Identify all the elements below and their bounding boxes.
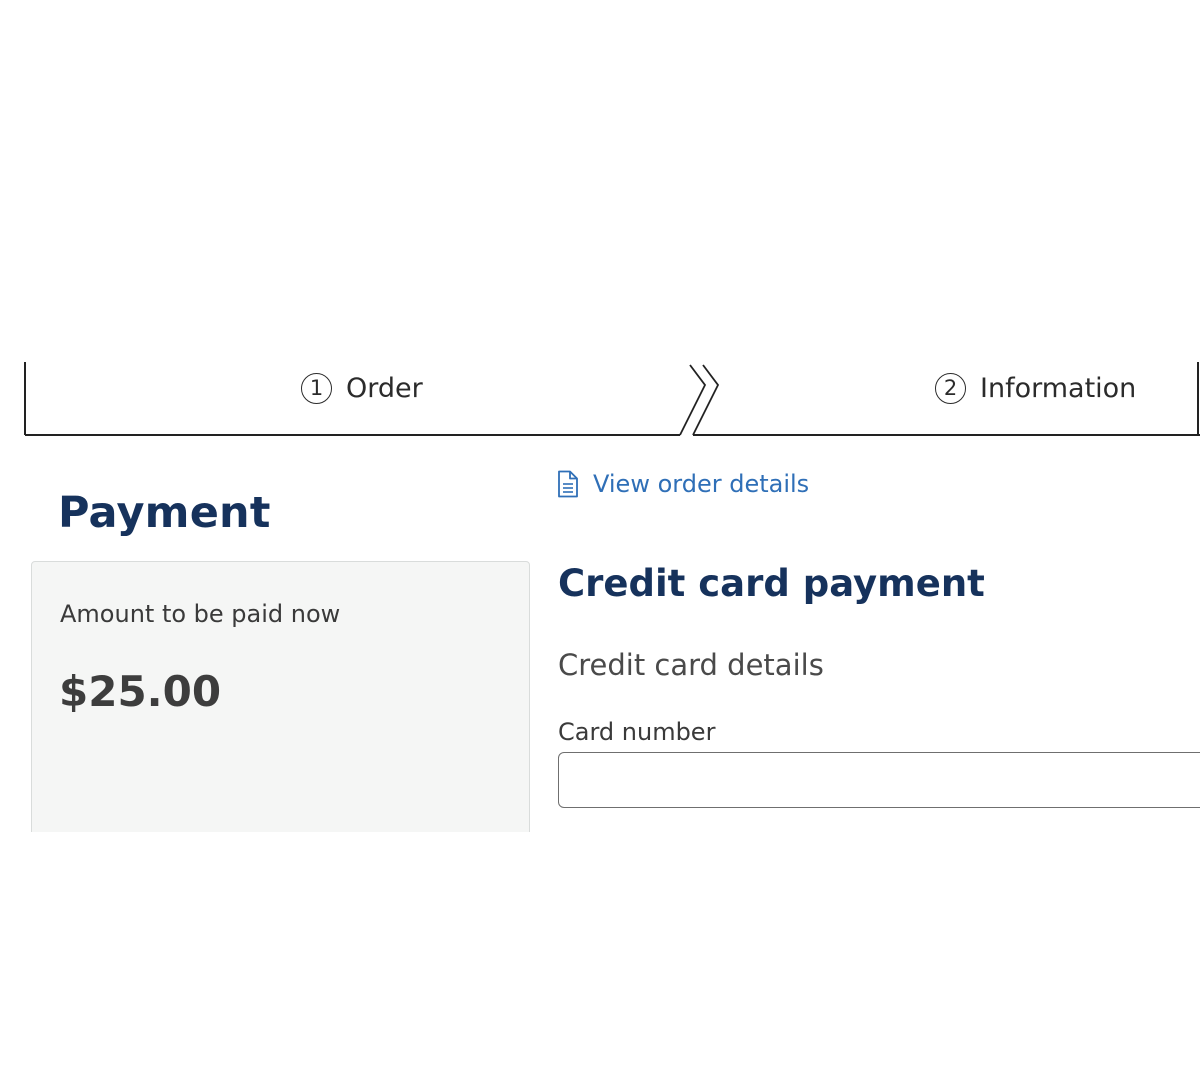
view-order-details-label: View order details	[593, 470, 810, 498]
step-information[interactable]: 2 Information	[935, 368, 1136, 408]
amount-label: Amount to be paid now	[60, 600, 341, 628]
step-label-order: Order	[346, 372, 423, 404]
step-order[interactable]: 1 Order	[301, 368, 423, 408]
credit-card-section-title: Credit card payment	[558, 562, 985, 605]
step-number-1: 1	[301, 372, 332, 404]
checkout-page: 1 Order 2 Information Payment Amount to …	[0, 0, 1200, 1080]
view-order-details-link[interactable]: View order details	[557, 470, 809, 498]
card-number-input[interactable]	[558, 752, 1200, 808]
document-icon	[558, 470, 578, 498]
step-number-2: 2	[935, 372, 966, 404]
card-number-label: Card number	[558, 718, 716, 746]
step-label-information: Information	[980, 372, 1137, 404]
bottom-blank-area	[0, 832, 1200, 1080]
checkout-stepper: 1 Order 2 Information	[0, 360, 1200, 440]
page-title: Payment	[58, 488, 271, 538]
amount-summary-card: Amount to be paid now $25.00	[31, 561, 530, 851]
amount-value: $25.00	[59, 667, 222, 716]
credit-card-details-title: Credit card details	[558, 648, 824, 682]
